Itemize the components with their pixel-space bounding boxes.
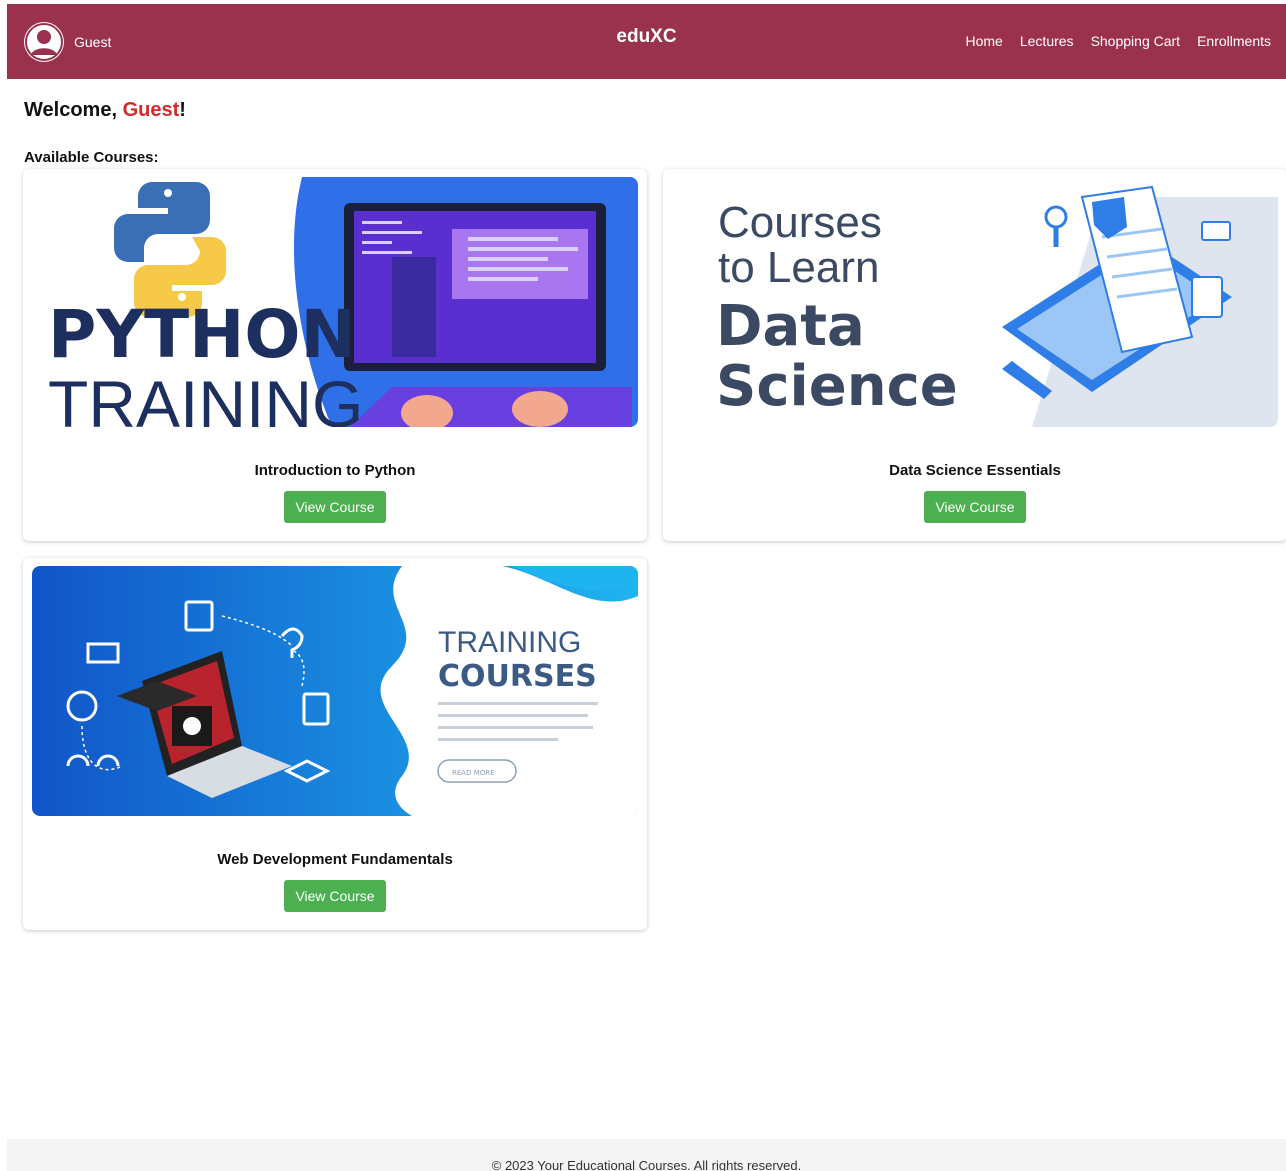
course-title: Web Development Fundamentals (217, 851, 453, 868)
image-text-3: Data (716, 294, 865, 359)
section-title: Available Courses: (24, 149, 159, 166)
image-text-2: COURSES (438, 659, 597, 694)
footer-text: © 2023 Your Educational Courses. All rig… (491, 1158, 802, 1171)
image-text-1: Courses (718, 198, 882, 247)
view-course-button[interactable]: View Course (284, 491, 386, 523)
course-image: PYTHON TRAINING (32, 177, 638, 427)
page-footer: © 2023 Your Educational Courses. All rig… (7, 1139, 1286, 1171)
course-card: PYTHON TRAINING Introduction to Python V… (23, 169, 647, 541)
course-title: Introduction to Python (254, 462, 416, 479)
course-image: TRAINING COURSES READ MORE (32, 566, 638, 816)
view-course-button[interactable]: View Course (284, 880, 386, 912)
image-text-1: TRAINING (438, 626, 581, 659)
nav-shopping-cart[interactable]: Shopping Cart (1091, 33, 1181, 49)
course-title: Data Science Essentials (889, 462, 1061, 479)
view-course-button[interactable]: View Course (924, 491, 1026, 523)
top-navbar: Guest eduXC Home Lectures Shopping Cart … (7, 4, 1286, 79)
image-text-1: PYTHON (48, 296, 356, 373)
course-image: Courses to Learn Data Science (672, 177, 1278, 427)
welcome-name: Guest (122, 99, 180, 121)
nav-enrollments[interactable]: Enrollments (1197, 33, 1271, 49)
image-text-2: TRAINING (48, 367, 363, 427)
image-text-3: READ MORE (452, 769, 495, 777)
nav-lectures[interactable]: Lectures (1020, 33, 1074, 49)
welcome-suffix: ! (179, 99, 186, 121)
nav-home[interactable]: Home (966, 33, 1003, 49)
image-text-2: to Learn (718, 243, 879, 292)
welcome-prefix: Welcome, (24, 99, 123, 121)
course-card: Courses to Learn Data Science Data Scien… (663, 169, 1286, 541)
course-card: TRAINING COURSES READ MORE Web Developme… (23, 558, 647, 930)
image-text-4: Science (716, 354, 958, 419)
welcome-heading: Welcome, Guest! (24, 99, 186, 122)
main-nav: Home Lectures Shopping Cart Enrollments (966, 33, 1272, 49)
